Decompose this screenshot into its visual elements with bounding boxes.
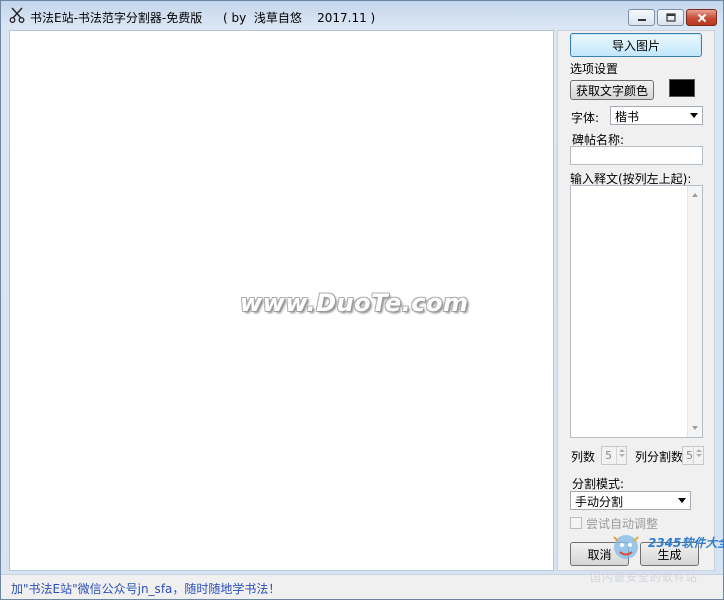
scissors-icon: [9, 7, 25, 23]
scroll-up-icon: [692, 193, 698, 197]
rows-per-column-label: 列分割数: [635, 450, 684, 464]
status-text: 加"书法E站"微信公众号jn_sfa，随时随地学书法！: [11, 582, 281, 596]
split-mode-select[interactable]: 手动分割: [570, 491, 691, 510]
window-title-credit: ( by 浅草自悠 2017.11 ): [223, 11, 376, 25]
close-button[interactable]: [686, 9, 717, 26]
columns-value: 5: [605, 449, 612, 462]
rows-spin-buttons[interactable]: [693, 447, 703, 464]
font-label: 字体:: [571, 111, 600, 125]
font-select[interactable]: 楷书: [610, 106, 703, 125]
title-bar[interactable]: 书法E站-书法范字分割器-免费版 ( by 浅草自悠 2017.11 ): [1, 1, 723, 29]
image-canvas[interactable]: www.DuoTe.com: [9, 30, 554, 571]
columns-label: 列数: [571, 450, 596, 464]
options-section-label: 选项设置: [570, 62, 619, 76]
window-title: 书法E站-书法范字分割器-免费版: [30, 11, 203, 25]
text-color-swatch[interactable]: [669, 79, 695, 97]
options-panel: 导入图片 选项设置 获取文字颜色 字体: 楷书 碑帖名称: 输入释文(按列左上起…: [557, 30, 715, 571]
maximize-button[interactable]: [657, 9, 684, 26]
cancel-button[interactable]: 取消: [570, 542, 629, 566]
get-text-color-button[interactable]: 获取文字颜色: [570, 80, 654, 100]
app-window: 书法E站-书法范字分割器-免费版 ( by 浅草自悠 2017.11 ) www…: [0, 0, 724, 600]
split-mode-value: 手动分割: [575, 495, 624, 509]
columns-spin-buttons[interactable]: [616, 447, 626, 464]
chevron-down-icon: [678, 498, 686, 503]
transcript-scrollbar[interactable]: [687, 186, 702, 437]
font-select-value: 楷书: [615, 110, 640, 124]
scroll-down-icon: [692, 426, 698, 430]
rows-per-column-spinner[interactable]: 5: [682, 446, 704, 465]
auto-adjust-checkbox[interactable]: [570, 517, 582, 529]
chevron-down-icon: [690, 113, 698, 118]
tablet-name-input[interactable]: [570, 146, 703, 165]
duote-watermark: www.DuoTe.com: [240, 289, 469, 317]
auto-adjust-label: 尝试自动调整: [586, 517, 659, 531]
import-image-button[interactable]: 导入图片: [570, 33, 702, 57]
close-icon: [697, 13, 706, 22]
split-mode-label: 分割模式:: [572, 477, 625, 491]
status-bar: 加"书法E站"微信公众号jn_sfa，随时随地学书法！: [1, 574, 723, 599]
generate-button[interactable]: 生成: [640, 542, 699, 566]
maximize-icon: [665, 13, 676, 22]
transcript-textarea[interactable]: [570, 185, 703, 438]
rows-per-column-value: 5: [686, 449, 693, 462]
columns-spinner[interactable]: 5: [601, 446, 627, 465]
minimize-button[interactable]: [628, 9, 655, 26]
minimize-icon: [637, 18, 646, 21]
